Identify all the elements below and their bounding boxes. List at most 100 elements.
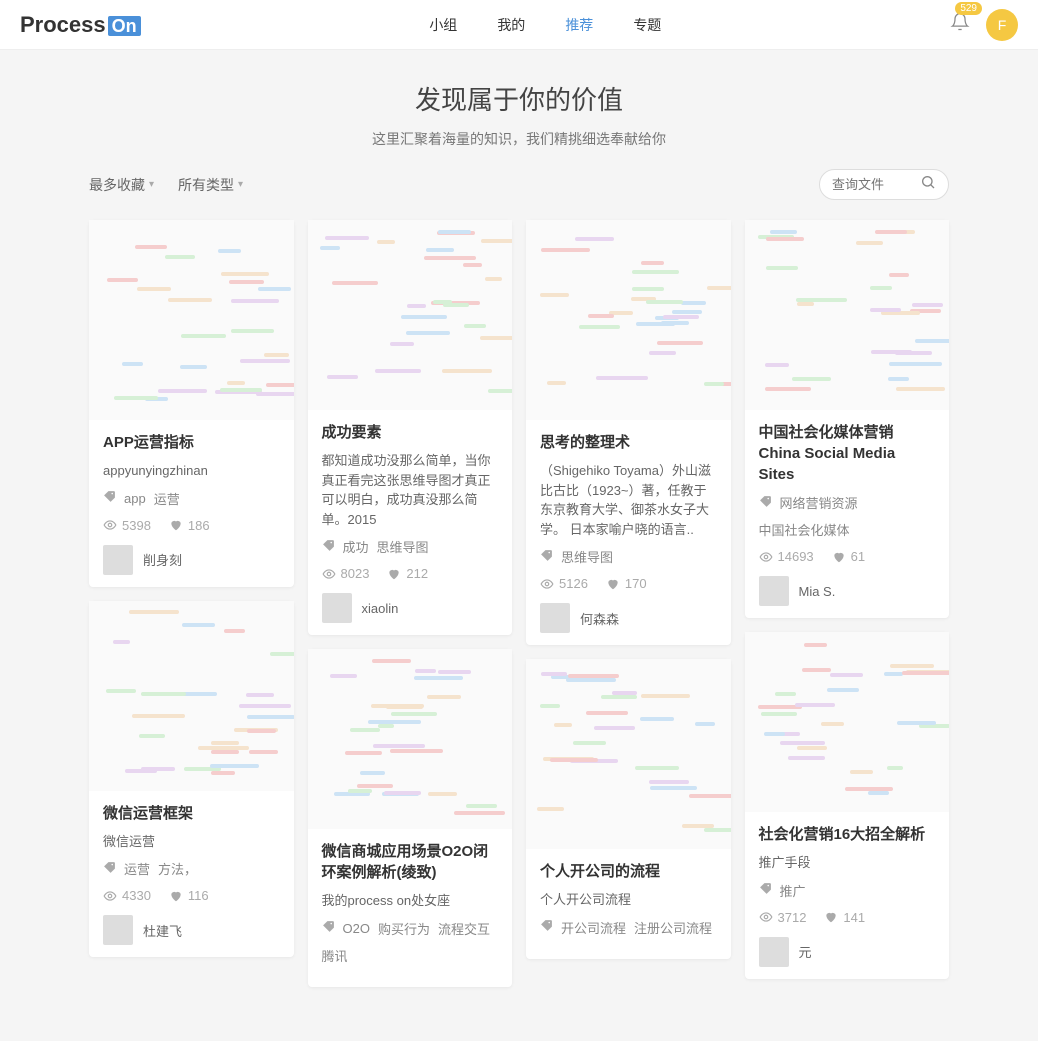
card-thumbnail[interactable] <box>308 649 513 829</box>
card-thumbnail[interactable] <box>745 220 950 410</box>
card-author[interactable]: 何森森 <box>540 603 717 633</box>
author-name: 何森森 <box>580 609 619 628</box>
card-body: 微信商城应用场景O2O闭环案例解析(绫致) 我的process on处女座 O2… <box>308 829 513 987</box>
heart-icon <box>169 889 183 903</box>
author-avatar <box>103 545 133 575</box>
card-author[interactable]: 杜建飞 <box>103 915 280 945</box>
card-author[interactable]: Mia S. <box>759 576 936 606</box>
notification-bell[interactable]: 529 <box>950 12 970 37</box>
card-title[interactable]: 成功要素 <box>322 422 499 443</box>
tag[interactable]: O2O <box>343 921 370 936</box>
author-avatar <box>759 576 789 606</box>
diagram-card[interactable]: 思考的整理术 （Shigehiko Toyama）外山滋比古比（1923~）著，… <box>526 220 731 645</box>
type-label: 所有类型 <box>178 175 234 195</box>
notification-badge: 529 <box>955 2 982 15</box>
tag[interactable]: 思维导图 <box>377 537 429 556</box>
likes-stat: 116 <box>169 888 209 903</box>
card-title[interactable]: 微信运营框架 <box>103 803 280 824</box>
card-thumbnail[interactable] <box>89 220 294 420</box>
likes-count: 170 <box>625 576 647 591</box>
tag[interactable]: 方法， <box>158 859 197 878</box>
diagram-card[interactable]: 成功要素 都知道成功没那么简单，当你真正看完这张思维导图才真正可以明白，成功真没… <box>308 220 513 635</box>
card-body: 个人开公司的流程 个人开公司流程 开公司流程注册公司流程 <box>526 849 731 959</box>
diagram-card[interactable]: APP运营指标 appyunyingzhinan app运营 5398 186 … <box>89 220 294 587</box>
card-body: 中国社会化媒体营销China Social Media Sites 网络营销资源… <box>745 410 950 618</box>
nav-recommend[interactable]: 推荐 <box>565 15 593 35</box>
user-avatar[interactable]: F <box>986 9 1018 41</box>
tag-icon <box>759 882 772 898</box>
views-count: 4330 <box>122 888 151 903</box>
tag[interactable]: 注册公司流程 <box>634 918 712 937</box>
views-count: 3712 <box>778 910 807 925</box>
card-description: appyunyingzhinan <box>103 461 280 481</box>
tag[interactable]: 运营 <box>124 859 150 878</box>
likes-count: 212 <box>406 566 428 581</box>
tag[interactable]: app <box>124 491 146 506</box>
card-title[interactable]: 中国社会化媒体营销China Social Media Sites <box>759 422 936 485</box>
card-description: 推广手段 <box>759 853 936 873</box>
heart-icon <box>832 550 846 564</box>
card-tags: 网络营销资源中国社会化媒体 <box>759 493 936 539</box>
likes-stat: 212 <box>387 566 428 581</box>
card-body: 微信运营框架 微信运营 运营方法， 4330 116 杜建飞 <box>89 791 294 958</box>
card-title[interactable]: 个人开公司的流程 <box>540 861 717 882</box>
views-stat: 5398 <box>103 518 151 533</box>
logo[interactable]: ProcessOn <box>20 12 141 38</box>
card-title[interactable]: 思考的整理术 <box>540 432 717 453</box>
tag[interactable]: 运营 <box>154 489 180 508</box>
card-title[interactable]: 微信商城应用场景O2O闭环案例解析(绫致) <box>322 841 499 883</box>
tag[interactable]: 开公司流程 <box>561 918 626 937</box>
diagram-card[interactable]: 社会化营销16大招全解析 推广手段 推广 3712 141 元 <box>745 632 950 979</box>
diagram-card[interactable]: 中国社会化媒体营销China Social Media Sites 网络营销资源… <box>745 220 950 618</box>
tag[interactable]: 中国社会化媒体 <box>759 520 850 539</box>
tag[interactable]: 流程交互 <box>438 919 490 938</box>
nav-mine[interactable]: 我的 <box>497 15 525 35</box>
card-description: （Shigehiko Toyama）外山滋比古比（1923~）著，任教于东京教育… <box>540 461 717 539</box>
header: ProcessOn 小组 我的 推荐 专题 529 F <box>0 0 1038 50</box>
eye-icon <box>540 577 554 591</box>
card-thumbnail[interactable] <box>308 220 513 410</box>
views-stat: 8023 <box>322 566 370 581</box>
search-icon[interactable] <box>920 174 936 195</box>
bell-icon <box>950 12 970 32</box>
card-tags: 思维导图 <box>540 547 717 566</box>
views-count: 8023 <box>341 566 370 581</box>
likes-stat: 141 <box>824 910 865 925</box>
card-author[interactable]: 元 <box>759 937 936 967</box>
author-name: Mia S. <box>799 584 836 599</box>
sort-label: 最多收藏 <box>89 175 145 195</box>
card-stats: 8023 212 <box>322 566 499 581</box>
diagram-card[interactable]: 个人开公司的流程 个人开公司流程 开公司流程注册公司流程 <box>526 659 731 959</box>
author-avatar <box>322 593 352 623</box>
tag[interactable]: 成功 <box>343 537 369 556</box>
tag[interactable]: 购买行为 <box>378 919 430 938</box>
nav-groups[interactable]: 小组 <box>429 15 457 35</box>
views-count: 5398 <box>122 518 151 533</box>
card-author[interactable]: 削身刻 <box>103 545 280 575</box>
tag[interactable]: 思维导图 <box>561 547 613 566</box>
search-box[interactable] <box>819 169 949 200</box>
controls-bar: 最多收藏 ▾ 所有类型 ▾ <box>29 169 1009 200</box>
views-stat: 14693 <box>759 549 814 564</box>
card-thumbnail[interactable] <box>526 220 731 420</box>
card-description: 我的process on处女座 <box>322 891 499 911</box>
tag[interactable]: 网络营销资源 <box>780 493 858 512</box>
card-thumbnail[interactable] <box>526 659 731 849</box>
diagram-card[interactable]: 微信商城应用场景O2O闭环案例解析(绫致) 我的process on处女座 O2… <box>308 649 513 987</box>
card-thumbnail[interactable] <box>745 632 950 812</box>
nav-topics[interactable]: 专题 <box>633 15 661 35</box>
card-title[interactable]: APP运营指标 <box>103 432 280 453</box>
card-author[interactable]: xiaolin <box>322 593 499 623</box>
author-name: xiaolin <box>362 601 399 616</box>
sort-filter[interactable]: 最多收藏 ▾ <box>89 175 154 195</box>
tag-icon <box>540 919 553 935</box>
card-title[interactable]: 社会化营销16大招全解析 <box>759 824 936 845</box>
main-nav: 小组 我的 推荐 专题 <box>141 15 950 35</box>
card-thumbnail[interactable] <box>89 601 294 791</box>
tag[interactable]: 腾讯 <box>322 946 348 965</box>
card-stats: 5126 170 <box>540 576 717 591</box>
search-input[interactable] <box>832 177 920 192</box>
card-description: 微信运营 <box>103 832 280 852</box>
diagram-card[interactable]: 微信运营框架 微信运营 运营方法， 4330 116 杜建飞 <box>89 601 294 958</box>
type-filter[interactable]: 所有类型 ▾ <box>178 175 243 195</box>
